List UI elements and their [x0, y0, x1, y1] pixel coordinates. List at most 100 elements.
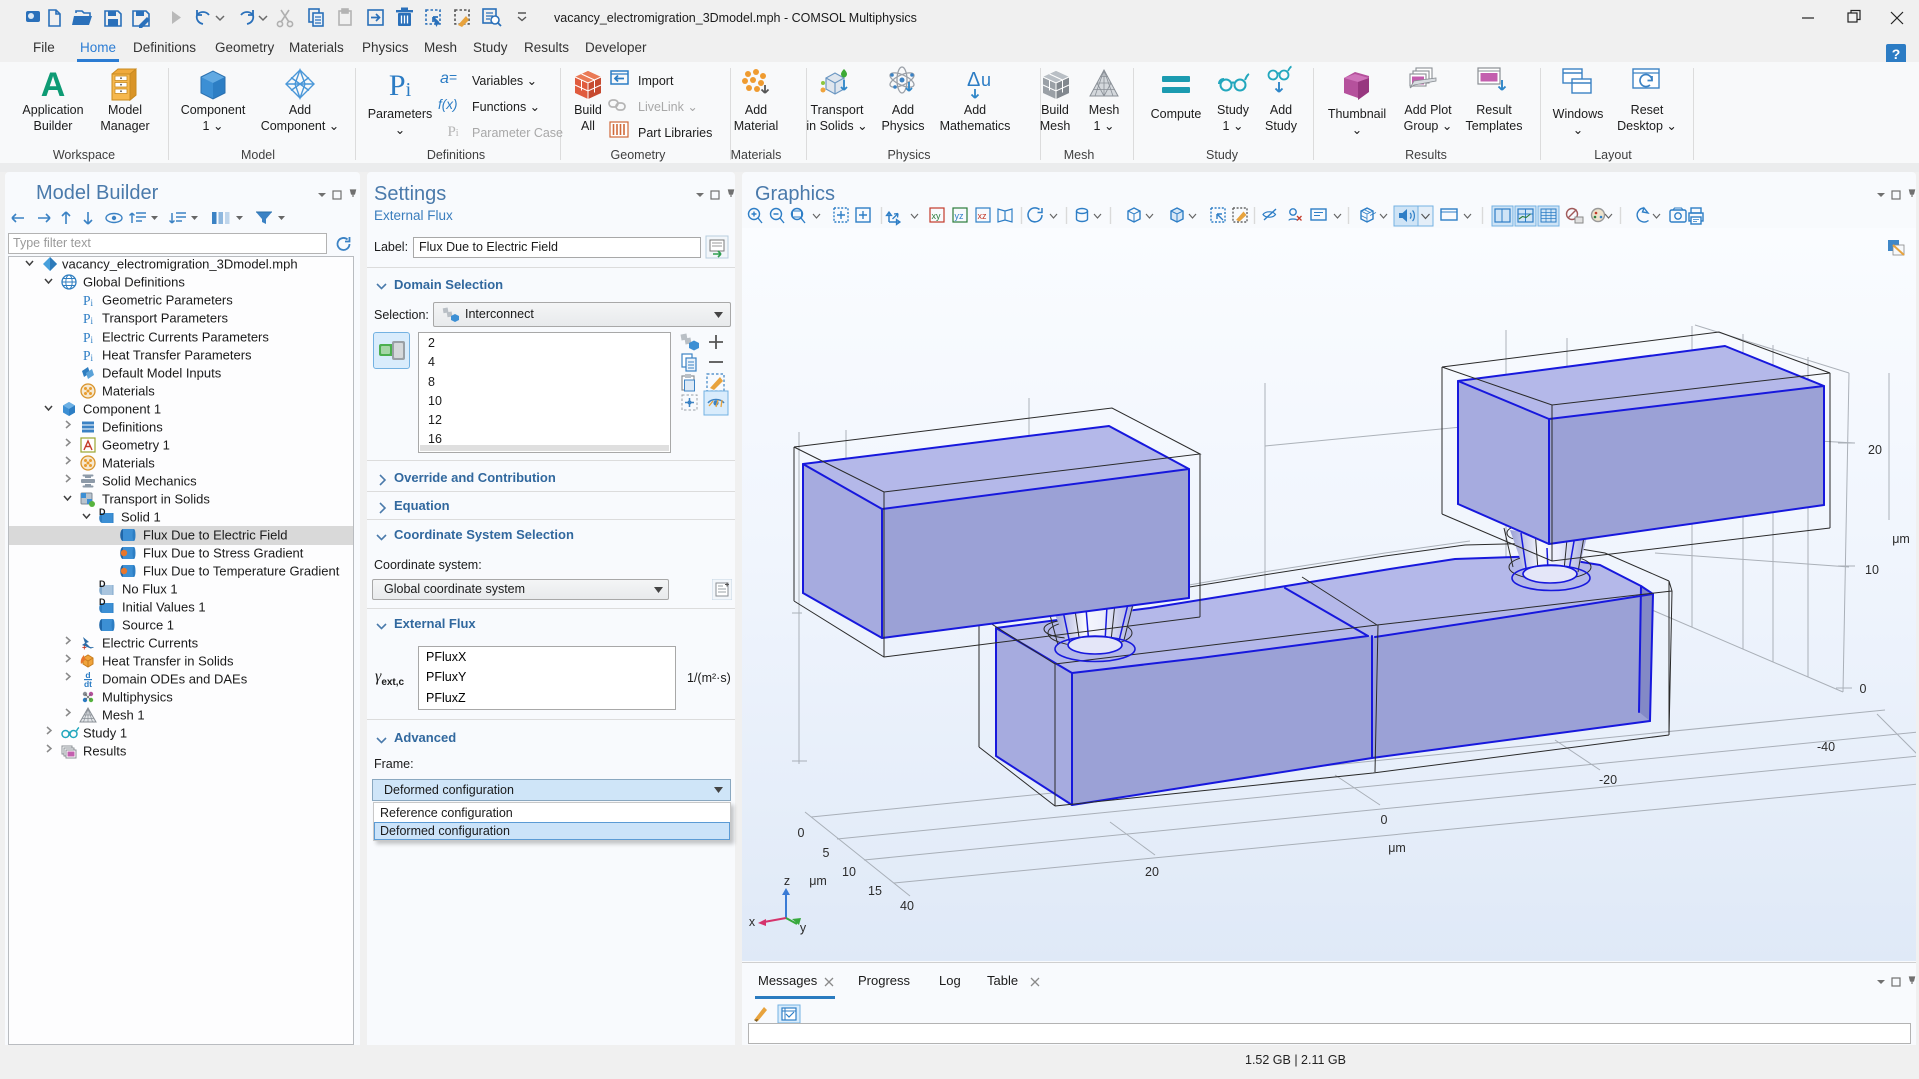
- svg-text:Compute: Compute: [1151, 107, 1202, 121]
- svg-text:Thumbnail: Thumbnail: [1328, 107, 1386, 121]
- svg-text:Solid 1: Solid 1: [121, 510, 161, 525]
- svg-text:Component 1: Component 1: [83, 402, 161, 417]
- svg-text:Add Plot: Add Plot: [1404, 103, 1452, 117]
- svg-text:dt: dt: [84, 679, 92, 689]
- svg-text:Import: Import: [638, 74, 674, 88]
- svg-text:Parameter Case: Parameter Case: [472, 126, 563, 140]
- svg-text:μm: μm: [809, 874, 827, 888]
- svg-text:Solid Mechanics: Solid Mechanics: [102, 474, 197, 489]
- svg-text:Definitions: Definitions: [102, 420, 163, 435]
- svg-text:Geometry: Geometry: [611, 148, 667, 162]
- svg-text:Results: Results: [1405, 148, 1447, 162]
- svg-text:Reset: Reset: [1631, 103, 1664, 117]
- svg-text:Model: Model: [108, 103, 142, 117]
- svg-text:Study: Study: [1217, 103, 1250, 117]
- svg-text:40: 40: [900, 899, 914, 913]
- svg-text:No Flux 1: No Flux 1: [122, 582, 178, 597]
- svg-text:Parameters: Parameters: [368, 107, 433, 121]
- svg-text:Templates: Templates: [1466, 119, 1523, 133]
- svg-text:Geometric Parameters: Geometric Parameters: [102, 293, 233, 308]
- svg-text:Electric Currents Parameters: Electric Currents Parameters: [102, 330, 269, 345]
- svg-text:xy: xy: [932, 211, 942, 221]
- svg-text:Electric Currents: Electric Currents: [102, 636, 199, 651]
- svg-text:Add: Add: [892, 103, 914, 117]
- svg-text:Transport Parameters: Transport Parameters: [102, 311, 228, 326]
- svg-text:Study: Study: [1265, 119, 1298, 133]
- svg-text:z: z: [784, 874, 790, 888]
- svg-text:⌄: ⌄: [395, 123, 405, 137]
- svg-text:LiveLink ⌄: LiveLink ⌄: [638, 100, 698, 114]
- svg-text:Global Definitions: Global Definitions: [83, 275, 185, 290]
- svg-text:Functions ⌄: Functions ⌄: [472, 100, 540, 114]
- svg-text:0: 0: [1381, 813, 1388, 827]
- svg-text:Mesh 1: Mesh 1: [102, 708, 145, 723]
- svg-text:−: −: [89, 643, 94, 652]
- svg-text:u: u: [981, 70, 991, 90]
- svg-text:Physics: Physics: [887, 148, 930, 162]
- svg-text:x: x: [749, 915, 756, 929]
- svg-text:Pi: Pi: [83, 348, 94, 363]
- svg-text:xz: xz: [978, 211, 988, 221]
- svg-text:Flux Due to Electric Field: Flux Due to Electric Field: [143, 528, 288, 543]
- svg-text:+: +: [82, 643, 87, 652]
- svg-text:Results: Results: [83, 744, 127, 759]
- svg-text:vacancy_electromigration_3Dmod: vacancy_electromigration_3Dmodel.mph: [62, 257, 298, 272]
- svg-text:Windows: Windows: [1553, 107, 1604, 121]
- svg-text:⌄: ⌄: [1352, 123, 1362, 137]
- svg-text:Build: Build: [574, 103, 602, 117]
- svg-text:Mesh: Mesh: [1040, 119, 1071, 133]
- svg-text:yz: yz: [955, 211, 965, 221]
- svg-text:0: 0: [1860, 682, 1867, 696]
- svg-text:1 ⌄: 1 ⌄: [1094, 119, 1115, 133]
- svg-text:Study 1: Study 1: [83, 726, 127, 741]
- svg-text:D: D: [99, 579, 106, 589]
- svg-text:Application: Application: [22, 103, 83, 117]
- svg-text:-20: -20: [1599, 773, 1617, 787]
- svg-text:⌄: ⌄: [1573, 123, 1583, 137]
- svg-text:All: All: [581, 119, 595, 133]
- svg-text:Flux Due to Temperature Gradie: Flux Due to Temperature Gradient: [143, 564, 340, 579]
- svg-text:Model: Model: [241, 148, 275, 162]
- svg-text:Study: Study: [1206, 148, 1239, 162]
- svg-text:Mathematics: Mathematics: [940, 119, 1011, 133]
- svg-text:Pi: Pi: [389, 69, 412, 102]
- svg-text:Initial Values 1: Initial Values 1: [122, 600, 206, 615]
- svg-text:Transport: Transport: [810, 103, 864, 117]
- svg-text:Material: Material: [734, 119, 778, 133]
- svg-text:15: 15: [868, 884, 882, 898]
- svg-text:Flux Due to Stress Gradient: Flux Due to Stress Gradient: [143, 546, 304, 561]
- svg-text:Pi: Pi: [83, 311, 94, 326]
- svg-text:Δ: Δ: [967, 69, 980, 91]
- svg-text:Domain ODEs and DAEs: Domain ODEs and DAEs: [102, 672, 248, 687]
- svg-text:Component ⌄: Component ⌄: [261, 119, 340, 133]
- svg-text:Component: Component: [181, 103, 246, 117]
- svg-text:=: =: [449, 69, 457, 85]
- svg-text:Default Model Inputs: Default Model Inputs: [102, 366, 222, 381]
- svg-text:Definitions: Definitions: [427, 148, 485, 162]
- svg-text:5: 5: [823, 846, 830, 860]
- svg-text:Heat Transfer in Solids: Heat Transfer in Solids: [102, 654, 234, 669]
- svg-text:Materials: Materials: [102, 384, 155, 399]
- svg-text:Variables ⌄: Variables ⌄: [472, 74, 537, 88]
- svg-text:Transport in Solids: Transport in Solids: [102, 492, 210, 507]
- svg-text:a: a: [440, 70, 449, 87]
- svg-text:Result: Result: [1476, 103, 1512, 117]
- svg-text:Workspace: Workspace: [53, 148, 115, 162]
- svg-text:μm: μm: [1388, 841, 1406, 855]
- svg-text:Layout: Layout: [1594, 148, 1632, 162]
- svg-text:Build: Build: [1041, 103, 1069, 117]
- svg-text:Pi: Pi: [447, 124, 458, 140]
- svg-text:Source 1: Source 1: [122, 618, 174, 633]
- svg-text:20: 20: [1145, 865, 1159, 879]
- svg-text:Add: Add: [289, 103, 311, 117]
- svg-text:Builder: Builder: [34, 119, 73, 133]
- svg-text:0: 0: [798, 826, 805, 840]
- svg-text:Manager: Manager: [100, 119, 149, 133]
- svg-text:Pi: Pi: [83, 330, 94, 345]
- svg-text:Add: Add: [745, 103, 767, 117]
- svg-text:f(x): f(x): [438, 97, 458, 112]
- svg-text:Desktop ⌄: Desktop ⌄: [1617, 119, 1677, 133]
- svg-text:Materials: Materials: [731, 148, 782, 162]
- svg-text:D: D: [99, 507, 106, 517]
- svg-text:D: D: [99, 597, 106, 607]
